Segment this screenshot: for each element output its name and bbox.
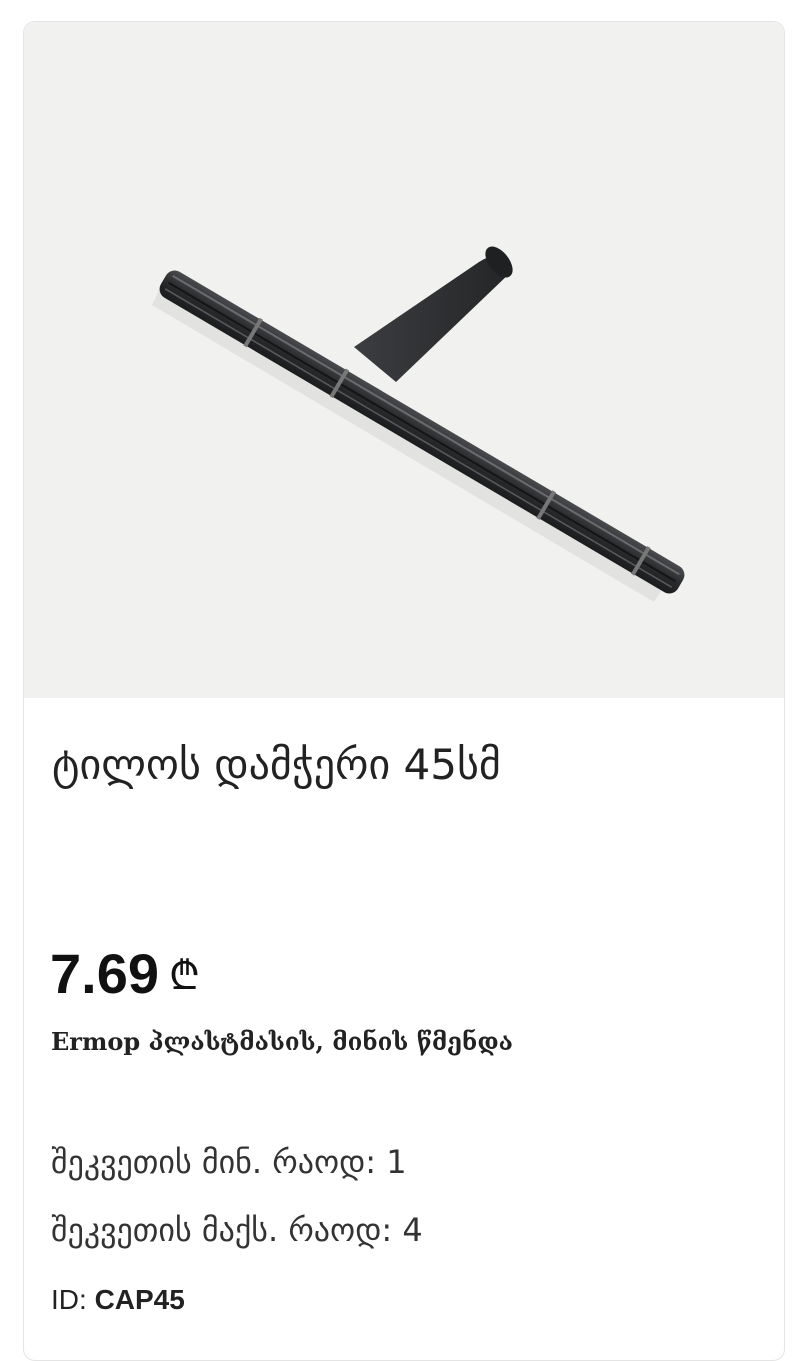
product-id: ID: CAP45 bbox=[51, 1280, 185, 1320]
product-image[interactable] bbox=[24, 22, 784, 698]
window-squeegee-handle-image bbox=[152, 246, 685, 602]
price-value: 7.69 bbox=[50, 942, 159, 1005]
order-max-quantity: შეკვეთის მაქს. რაოდ: 4 bbox=[51, 1211, 423, 1249]
product-card[interactable]: ტილოს დამჭერი 45სმ 7.69 ₾ Ermop პლასტმასი… bbox=[23, 21, 785, 1361]
product-price: 7.69 ₾ bbox=[50, 940, 200, 1014]
product-id-label: ID: bbox=[51, 1284, 87, 1315]
product-title[interactable]: ტილოს დამჭერი 45სმ bbox=[52, 735, 501, 795]
product-subtitle: Ermop პლასტმასის, მინის წმენდა bbox=[51, 1027, 513, 1056]
order-min-quantity: შეკვეთის მინ. რაოდ: 1 bbox=[51, 1143, 407, 1181]
product-id-value: CAP45 bbox=[94, 1284, 185, 1315]
currency-symbol: ₾ bbox=[169, 953, 200, 999]
